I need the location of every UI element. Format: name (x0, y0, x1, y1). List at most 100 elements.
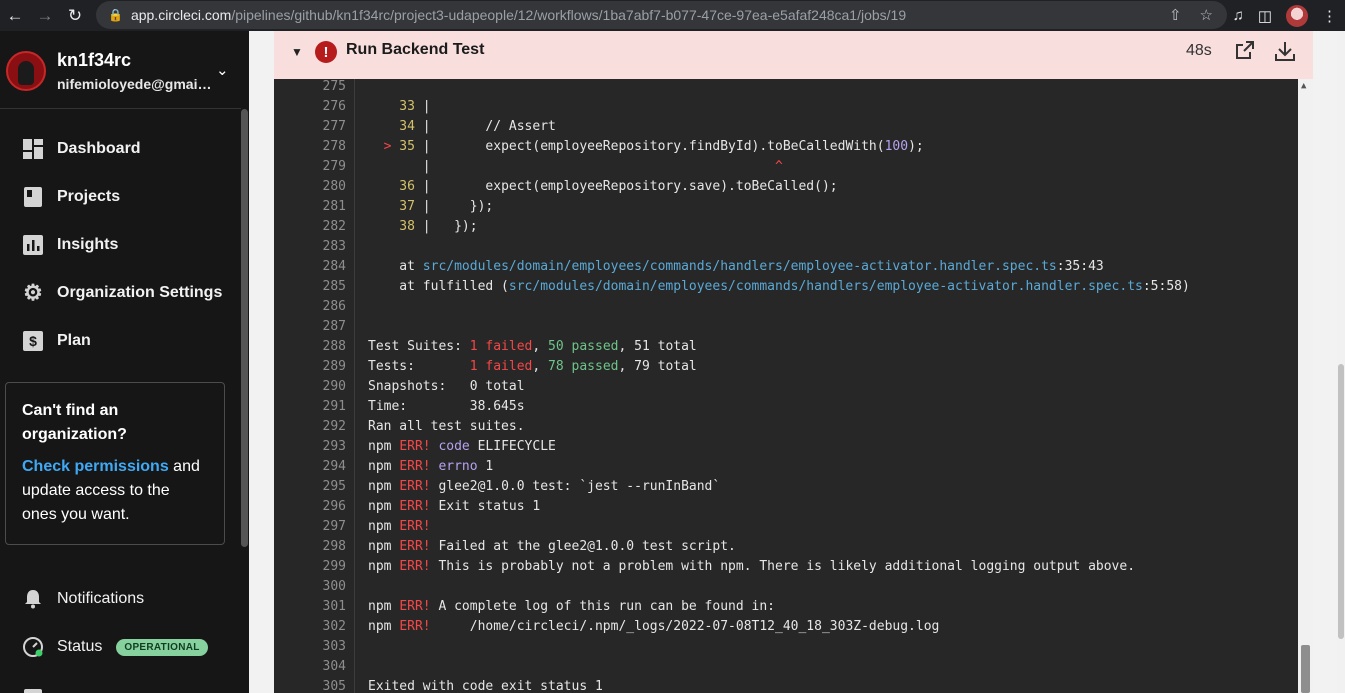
line-content: Exited with code exit status 1 (368, 677, 603, 693)
sidebar-item-notifications[interactable]: Notifications (0, 579, 241, 619)
caret-down-icon[interactable]: ▼ (291, 45, 303, 59)
log-segment: Exited with code exit status 1 (368, 679, 603, 693)
sidebar-item-label: Plan (57, 332, 91, 349)
sidebar-item-partial[interactable] (0, 675, 241, 693)
line-content: Time: 38.645s (368, 397, 525, 417)
profile-avatar[interactable] (1286, 4, 1308, 27)
log-line: 291 Time: 38.645s (274, 397, 1313, 417)
insights-icon (22, 234, 44, 256)
sidebar-item-label: Insights (57, 236, 119, 253)
sidebar-item-insights[interactable]: Insights (0, 225, 241, 265)
line-content: Test Suites: 1 failed, 50 passed, 51 tot… (368, 337, 697, 357)
log-segment: npm (368, 599, 400, 614)
org-help-card: Can't find an organization? Check permis… (5, 382, 225, 545)
line-content: at fulfilled (src/modules/domain/employe… (368, 277, 1190, 297)
line-content: 38 | }); (368, 217, 478, 237)
line-number: 299 (322, 559, 346, 574)
log-segment: 33 (368, 99, 423, 114)
log-segment: expect(employeeRepository.save).toBeCall… (430, 179, 838, 194)
line-number: 283 (322, 239, 346, 254)
log-segment: Test Suites: (368, 339, 470, 354)
share-icon[interactable]: ⇧ (1169, 6, 1182, 24)
line-content: | ^ (368, 157, 783, 177)
log-line: 280 36 | expect(employeeRepository.save)… (274, 177, 1313, 197)
user-email: nifemioloyede@gmail... (57, 76, 212, 92)
media-control-icon[interactable]: ♫ (1233, 7, 1244, 24)
log-segment: 1 (477, 459, 494, 474)
sidebar-item-organization-settings[interactable]: ⚙ Organization Settings (0, 273, 241, 313)
log-segment: glee2@1.0.0 test: `jest --runInBand` (430, 479, 721, 494)
sidebar-item-projects[interactable]: Projects (0, 177, 241, 217)
dashboard-icon (22, 138, 44, 160)
line-content: npm ERR! code ELIFECYCLE (368, 437, 556, 457)
back-icon[interactable]: ← (0, 0, 30, 31)
log-segment: }); (430, 199, 494, 214)
line-number: 302 (322, 619, 346, 634)
log-line: 278 > 35 | expect(employeeRepository.fin… (274, 137, 1313, 157)
log-segment: ERR! (399, 459, 431, 474)
log-segment: | (422, 119, 431, 134)
line-number: 304 (322, 659, 346, 674)
log-segment: npm (368, 499, 400, 514)
page-scrollbar[interactable] (1337, 31, 1345, 693)
bookmark-star-icon[interactable]: ☆ (1200, 6, 1213, 24)
log-scrollbar[interactable]: ▲ (1298, 79, 1313, 693)
log-segment: src/modules/domain/employees/commands/ha… (508, 279, 1143, 294)
log-scrollbar-thumb[interactable] (1301, 645, 1310, 693)
line-number: 278 (322, 139, 346, 154)
line-number: 286 (322, 299, 346, 314)
log-segment: | (422, 179, 431, 194)
line-number: 294 (322, 459, 346, 474)
browser-toolbar: ← → ↻ 🔒 app.circleci.com/pipelines/githu… (0, 0, 1345, 31)
log-segment: 1 failed (469, 359, 533, 374)
svg-text:$: $ (29, 333, 37, 349)
side-panel-icon[interactable]: ◫ (1258, 7, 1272, 25)
open-external-icon[interactable] (1235, 40, 1255, 60)
log-segment: Failed at the glee2@1.0.0 test script. (430, 539, 736, 554)
log-line: 302 npm ERR! /home/circleci/.npm/_logs/20… (274, 617, 1313, 637)
download-icon[interactable] (1274, 40, 1296, 62)
log-segment: npm (368, 479, 400, 494)
log-segment: // Assert (430, 119, 556, 134)
sidebar-item-plan[interactable]: $ Plan (0, 321, 241, 361)
log-segment: npm (368, 519, 400, 534)
reload-icon[interactable]: ↻ (60, 0, 90, 31)
line-number: 303 (322, 639, 346, 654)
status-badge: OPERATIONAL (116, 638, 208, 656)
job-step-header[interactable]: ▼ ! Run Backend Test 48s (274, 31, 1313, 79)
log-line: 301 npm ERR! A complete log of this run c… (274, 597, 1313, 617)
log-segment: npm (368, 619, 400, 634)
line-number: 292 (322, 419, 346, 434)
line-number: 288 (322, 339, 346, 354)
log-line: 283 (274, 237, 1313, 257)
chevron-down-icon[interactable]: ⌄ (216, 61, 229, 79)
browser-menu-icon[interactable]: ⋮ (1322, 7, 1337, 25)
page-scrollbar-thumb[interactable] (1338, 364, 1344, 639)
scroll-up-icon[interactable]: ▲ (1301, 81, 1306, 91)
org-help-heading: Can't find an organization? (22, 402, 127, 443)
line-content: npm ERR! (368, 517, 431, 537)
log-segment: Time: 38.645s (368, 399, 525, 414)
line-number: 291 (322, 399, 346, 414)
sidebar-item-status[interactable]: Status OPERATIONAL (0, 627, 241, 667)
dollar-icon: $ (22, 330, 44, 352)
sidebar-item-dashboard[interactable]: Dashboard (0, 129, 241, 169)
log-line: 285 at fulfilled (src/modules/domain/emp… (274, 277, 1313, 297)
log-segment: }); (430, 219, 478, 234)
log-line: 296 npm ERR! Exit status 1 (274, 497, 1313, 517)
address-bar[interactable]: 🔒 app.circleci.com/pipelines/github/kn1f… (96, 1, 1227, 29)
log-segment: at (368, 259, 423, 274)
forward-icon[interactable]: → (30, 0, 60, 31)
line-number: 296 (322, 499, 346, 514)
log-segment (368, 139, 384, 154)
check-permissions-link[interactable]: Check permissions (22, 458, 169, 475)
line-number: 275 (322, 79, 346, 94)
line-number: 282 (322, 219, 346, 234)
log-segment: 35 (391, 139, 423, 154)
log-segment: 37 (368, 199, 423, 214)
line-number: 305 (322, 679, 346, 693)
log-line: 305 Exited with code exit status 1 (274, 677, 1313, 693)
user-switcher[interactable]: kn1f34rc nifemioloyede@gmail... ⌄ (0, 31, 241, 109)
sidebar-scrollbar[interactable] (241, 109, 248, 547)
line-content: Snapshots: 0 total (368, 377, 525, 397)
